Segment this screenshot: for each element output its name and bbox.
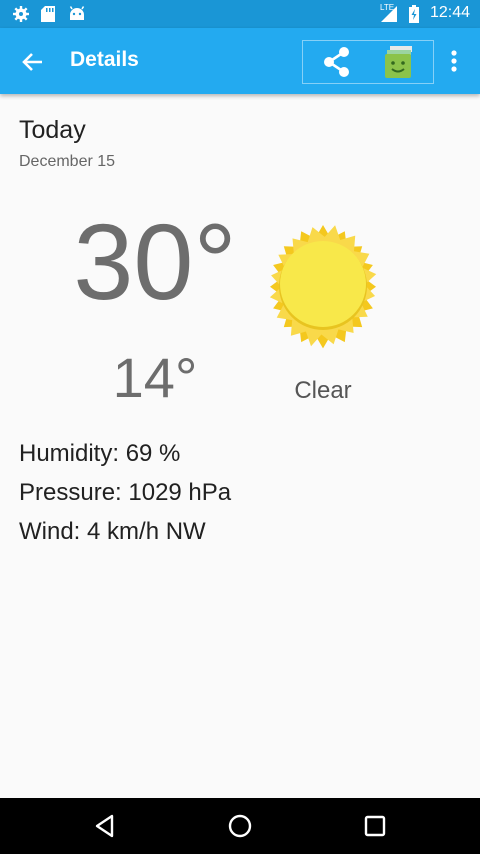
settings-icon — [13, 6, 29, 22]
back-arrow-icon — [22, 53, 42, 71]
nav-recents-button[interactable] — [359, 810, 391, 842]
back-triangle-icon — [95, 814, 114, 838]
signal-icon — [381, 6, 397, 22]
sun-icon — [269, 225, 377, 349]
status-bar: LTE 12:44 — [0, 0, 480, 28]
status-time: 12:44 — [429, 4, 470, 21]
share-button[interactable] — [317, 43, 357, 81]
nav-home-button[interactable] — [224, 810, 256, 842]
pushbullet-button[interactable] — [379, 43, 419, 81]
action-group — [302, 40, 434, 84]
pushbullet-icon — [385, 46, 412, 78]
navigation-bar — [0, 798, 480, 854]
nav-back-button[interactable] — [89, 810, 121, 842]
wind-text: Wind: 4 km/h NW — [19, 518, 206, 545]
share-icon — [324, 47, 349, 77]
android-icon — [69, 6, 85, 20]
pressure-text: Pressure: 1029 hPa — [19, 479, 232, 506]
humidity-text: Humidity: 69 % — [19, 440, 181, 467]
overflow-menu-icon — [451, 50, 457, 72]
page-title: Details — [70, 48, 139, 71]
back-button[interactable] — [12, 42, 52, 82]
overflow-menu-button[interactable] — [440, 46, 468, 78]
battery-icon — [409, 5, 419, 23]
date-label: December 15 — [19, 153, 116, 170]
forecast-detail: Today December 15 30° 14° Clear Humidity… — [0, 94, 480, 798]
recents-square-icon — [364, 815, 386, 837]
day-label: Today — [19, 116, 86, 144]
sd-card-icon — [41, 6, 55, 22]
condition-label: Clear — [294, 377, 352, 404]
home-circle-icon — [228, 814, 252, 838]
app-bar: Details — [0, 28, 480, 94]
